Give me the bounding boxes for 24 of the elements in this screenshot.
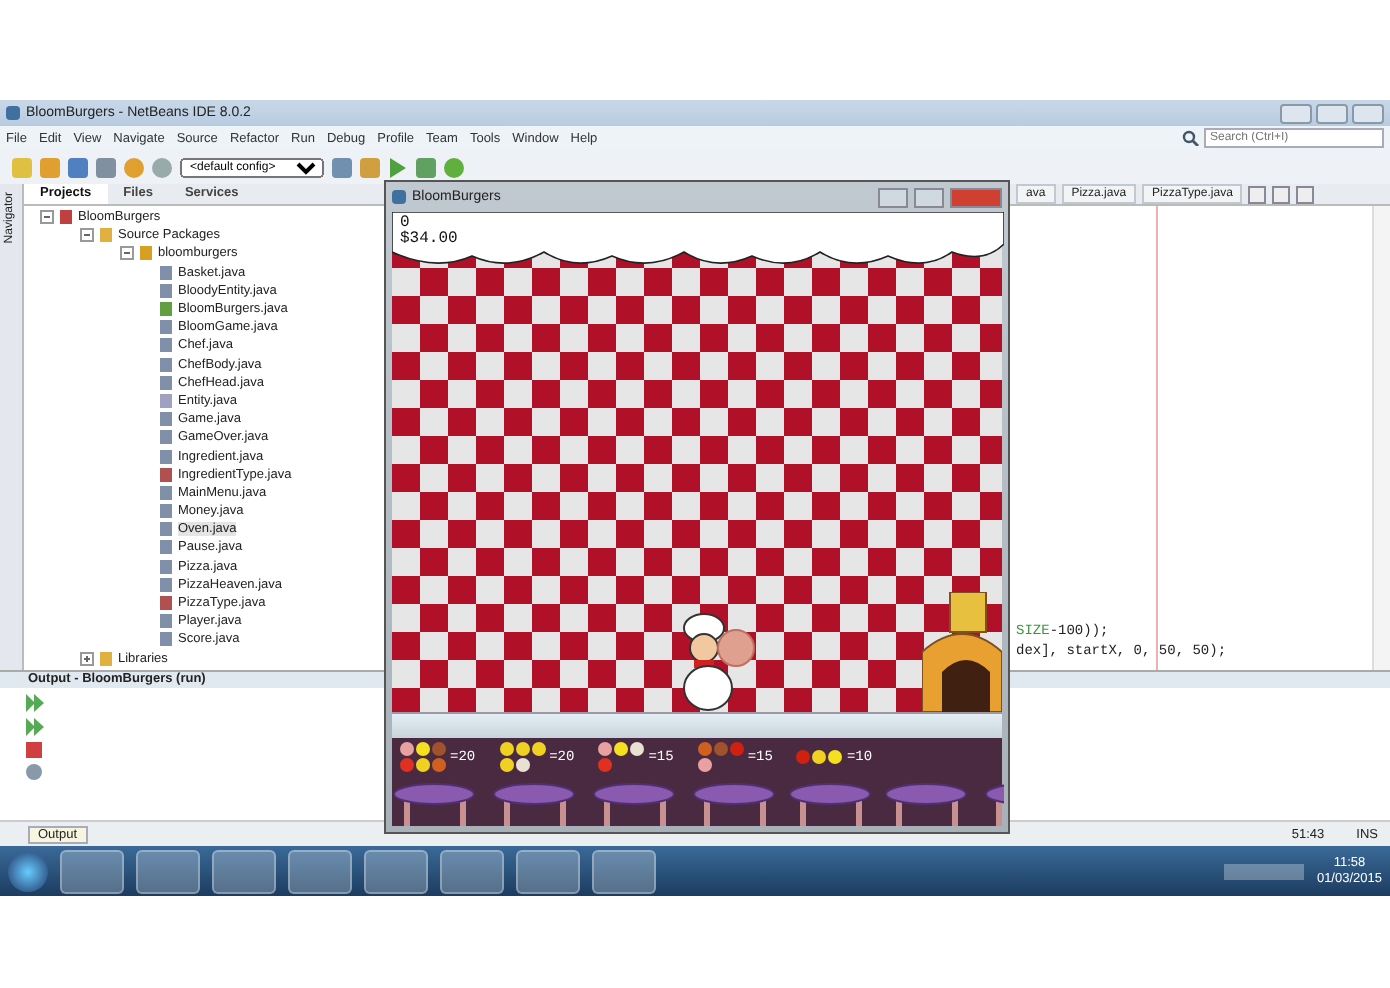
run-icon[interactable]: [388, 155, 408, 179]
oven-drawing: [922, 592, 1002, 712]
collapse-icon[interactable]: [40, 210, 54, 225]
minimize-button[interactable]: [878, 187, 908, 207]
expand-icon[interactable]: [80, 651, 94, 666]
close-button[interactable]: [950, 187, 1002, 207]
maximize-button[interactable]: [914, 187, 944, 207]
scroll-tabs-button[interactable]: [1248, 185, 1267, 203]
rerun-icon[interactable]: [26, 718, 44, 736]
rerun-icon[interactable]: [26, 694, 44, 712]
file-icon: [60, 210, 72, 225]
collapse-icon[interactable]: [80, 228, 94, 243]
score-text: 0: [400, 216, 410, 232]
search-icon: [1182, 130, 1200, 146]
close-button[interactable]: [1352, 103, 1384, 123]
maximize-button[interactable]: [1316, 103, 1348, 123]
maximize-button[interactable]: [1296, 185, 1315, 203]
tray-icon[interactable]: [1224, 863, 1305, 879]
scrollbar[interactable]: [1372, 206, 1390, 670]
start-button[interactable]: [8, 851, 48, 891]
tab-list-button[interactable]: [1272, 185, 1291, 203]
collapse-icon[interactable]: [120, 246, 134, 261]
minimize-button[interactable]: [1280, 103, 1312, 123]
money-text: $34.00: [400, 232, 458, 248]
